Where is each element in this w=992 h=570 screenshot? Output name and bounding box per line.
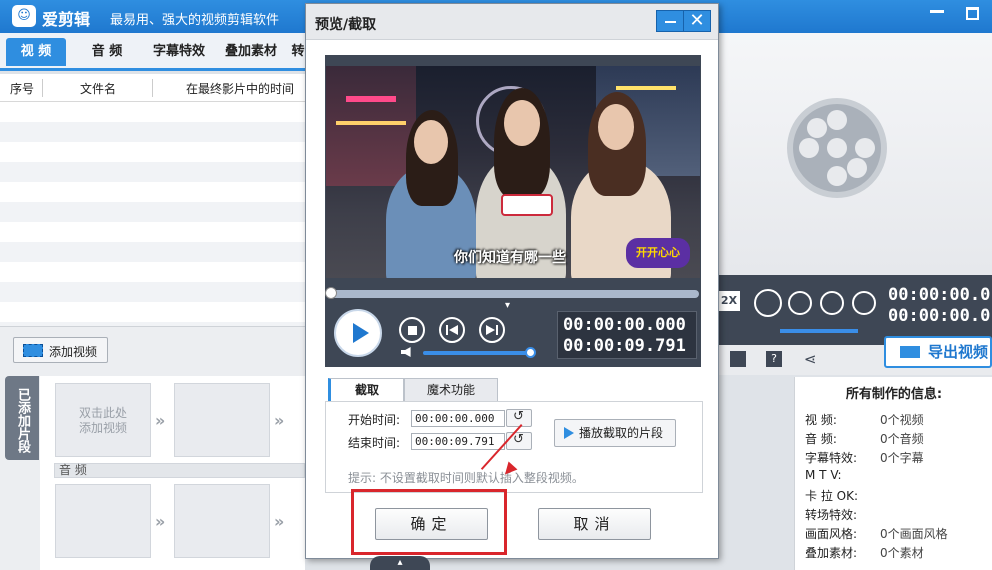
window-maximize-icon[interactable] [966, 7, 979, 20]
info-row: 转场特效: [805, 508, 858, 522]
volume-handle[interactable] [525, 347, 536, 358]
main-play-icon[interactable] [754, 289, 782, 317]
timeline-toggle-icon[interactable]: ▴ [370, 556, 430, 570]
info-row: 画面风格: 0个画面风格 [805, 527, 948, 541]
main-tabbar: 视 频 音 频 字幕特效 叠加素材 转 [0, 33, 310, 71]
seek-handle[interactable] [325, 287, 337, 299]
audio-slot[interactable] [174, 484, 270, 558]
main-time-current: 00:00:00.0 [888, 285, 991, 305]
speed-button[interactable]: 2X [718, 291, 740, 311]
dialog-title: 预览/截取 [315, 17, 377, 33]
info-row: 字幕特效: 0个字幕 [805, 451, 924, 465]
info-row: 卡 拉 OK: [805, 489, 858, 503]
add-video-button[interactable]: 添加视频 [13, 337, 108, 363]
project-info-panel: 所有制作的信息: 视 频: 0个视频 音 频: 0个音频 字幕特效: 0个字幕 M T… [794, 377, 992, 570]
chevron-right-icon: » [274, 411, 285, 430]
audio-slot[interactable] [55, 484, 151, 558]
save-icon[interactable] [730, 351, 746, 367]
chevron-down-icon[interactable]: ▾ [505, 300, 510, 311]
main-stop-icon[interactable] [788, 291, 812, 315]
video-subtitle: 你们知道有哪一些 [454, 250, 566, 266]
tab-trim[interactable]: 截取 [328, 378, 404, 402]
end-time-label: 结束时间: [348, 436, 401, 450]
export-icon [900, 346, 920, 358]
chevron-right-icon: » [274, 512, 285, 531]
export-label: 导出视频 [928, 343, 989, 361]
film-icon [23, 344, 43, 357]
app-name: 爱剪辑 [42, 10, 91, 29]
total-time: 00:00:09.791 [563, 336, 686, 356]
app-slogan: 最易用、强大的视频剪辑软件 [110, 13, 280, 28]
dialog-tabs: 截取 魔术功能 [328, 378, 702, 402]
cancel-button[interactable]: 取消 [538, 508, 651, 540]
play-trimmed-clip-button[interactable]: 播放截取的片段 [554, 419, 676, 447]
main-time-total: 00:00:00.0 [888, 306, 991, 326]
info-row: M T V: [805, 468, 842, 482]
stop-button[interactable] [399, 317, 425, 343]
col-filename: 文件名 [80, 82, 117, 96]
main-prev-icon[interactable] [820, 291, 844, 315]
start-time-input[interactable]: 00:00:00.000 [411, 410, 505, 427]
microphone-logo [501, 194, 553, 216]
info-row: 音 频: 0个音频 [805, 432, 924, 446]
clip-slot[interactable]: 双击此处 添加视频 [55, 383, 151, 457]
tab-video[interactable]: 视 频 [6, 38, 66, 66]
col-divider [152, 79, 153, 97]
chevron-right-icon: » [155, 512, 166, 531]
volume-icon[interactable] [401, 347, 411, 357]
file-list[interactable] [0, 102, 305, 326]
main-next-icon[interactable] [852, 291, 876, 315]
add-video-label: 添加视频 [49, 345, 98, 359]
audio-track-label: 音 频 [54, 463, 305, 478]
file-list-header: 序号 文件名 在最终影片中的时间 [0, 74, 305, 102]
clip-slot[interactable] [174, 383, 270, 457]
play-button[interactable] [334, 309, 382, 357]
col-divider [42, 79, 43, 97]
help-icon[interactable]: ? [766, 351, 782, 367]
volume-slider[interactable] [423, 351, 531, 355]
app-logo-icon: ☺ [12, 5, 36, 27]
export-video-button[interactable]: 导出视频 [884, 336, 992, 368]
end-time-input[interactable]: 00:00:09.791 [411, 433, 505, 450]
col-index: 序号 [10, 82, 35, 96]
share-icon[interactable]: ⋖ [804, 351, 820, 367]
tab-transition[interactable]: 转 [290, 38, 306, 66]
show-badge: 开开心心 [626, 238, 690, 268]
info-row: 视 频: 0个视频 [805, 413, 924, 427]
tab-audio[interactable]: 音 频 [76, 38, 138, 66]
next-frame-button[interactable] [479, 317, 505, 343]
prev-frame-button[interactable] [439, 317, 465, 343]
start-time-label: 开始时间: [348, 413, 401, 427]
preview-player: 你们知道有哪一些 开开心心 ▾ 00:00:00.000 00:00:09.79… [325, 55, 701, 367]
main-volume-slider[interactable] [780, 329, 858, 333]
chevron-right-icon: » [155, 411, 166, 430]
info-row: 叠加素材: 0个素材 [805, 546, 924, 560]
info-title: 所有制作的信息: [845, 387, 943, 402]
dialog-close-icon[interactable]: ✕ [683, 10, 711, 32]
tab-subtitle-effects[interactable]: 字幕特效 [146, 38, 212, 66]
tab-magic[interactable]: 魔术功能 [404, 378, 498, 402]
slot-hint-line2: 添加视频 [78, 421, 127, 435]
main-time-readout: 00:00:00.0 00:00:00.0 [888, 285, 990, 327]
video-frame[interactable]: 你们知道有哪一些 开开心心 [326, 66, 700, 278]
preview-trim-dialog: 预览/截取 ✕ 你们知道有哪一些 开开心心 ▾ 00:00:00.000 00:… [305, 3, 719, 559]
seek-bar[interactable] [325, 287, 699, 299]
main-player-controls: 2X 00:00:00.0 00:00:00.0 [718, 275, 992, 345]
slot-hint-line1: 双击此处 [78, 406, 127, 420]
trim-hint: 提示: 不设置截取时间则默认插入整段视频。 [348, 471, 584, 485]
added-clips-label: 已添加片段 [5, 376, 39, 460]
dialog-minimize-icon[interactable] [656, 10, 684, 32]
time-readout: 00:00:00.000 00:00:09.791 [557, 311, 697, 359]
ok-button[interactable]: 确定 [375, 508, 488, 540]
film-reel-icon [787, 98, 887, 198]
dialog-titlebar: 预览/截取 ✕ [306, 4, 718, 40]
current-time: 00:00:00.000 [563, 315, 686, 335]
tab-overlay[interactable]: 叠加素材 [218, 38, 284, 66]
col-time: 在最终影片中的时间 [186, 82, 295, 96]
window-minimize-icon[interactable] [930, 10, 944, 13]
